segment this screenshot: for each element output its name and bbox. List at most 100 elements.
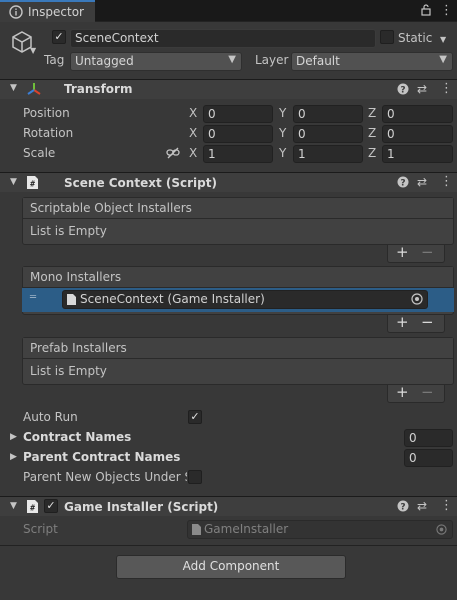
rotation-z-label[interactable]: Z bbox=[368, 126, 376, 140]
parent-contract-size-input[interactable]: 0 bbox=[404, 449, 453, 467]
drag-handle-icon[interactable]: ═ bbox=[30, 292, 36, 303]
position-z-label[interactable]: Z bbox=[368, 106, 376, 120]
mono-add-icon[interactable]: + bbox=[396, 313, 409, 331]
mono-installer-field[interactable]: SceneContext (Game Installer) bbox=[62, 290, 428, 309]
game-installer-more-icon[interactable]: ⋮ bbox=[440, 498, 453, 513]
prefab-installers-header[interactable]: Prefab Installers bbox=[23, 338, 453, 359]
auto-run-checkbox[interactable]: ✓ bbox=[188, 410, 202, 424]
tag-value: Untagged bbox=[75, 54, 134, 68]
transform-foldout-icon[interactable]: ▼ bbox=[10, 83, 17, 93]
mono-footer: + − bbox=[387, 313, 445, 333]
position-y-input[interactable]: 0 bbox=[293, 105, 363, 123]
add-component-button[interactable]: Add Component bbox=[116, 555, 346, 579]
scene-context-title: Scene Context (Script) bbox=[64, 176, 217, 190]
layer-dropdown[interactable]: Default ▼ bbox=[291, 52, 453, 71]
lock-icon[interactable] bbox=[421, 4, 431, 16]
parent-new-objects-checkbox[interactable] bbox=[188, 470, 202, 484]
scene-context-presets-icon[interactable]: ⇄ bbox=[417, 175, 427, 189]
transform-presets-icon[interactable]: ⇄ bbox=[417, 82, 427, 96]
game-installer-foldout-icon[interactable]: ▼ bbox=[10, 501, 17, 511]
script-label: Script bbox=[23, 522, 58, 536]
transform-axis-icon bbox=[27, 83, 41, 95]
scriptable-remove-icon[interactable]: − bbox=[421, 243, 434, 261]
contract-names-label[interactable]: Contract Names bbox=[23, 430, 131, 444]
mono-installer-value: SceneContext (Game Installer) bbox=[80, 292, 265, 306]
transform-more-icon[interactable]: ⋮ bbox=[440, 81, 453, 96]
game-installer-title: Game Installer (Script) bbox=[64, 500, 219, 514]
layer-chevron-icon: ▼ bbox=[439, 54, 447, 65]
game-installer-script-icon: # bbox=[27, 500, 38, 513]
position-y-label[interactable]: Y bbox=[279, 106, 286, 120]
contract-names-foldout-icon[interactable]: ▶ bbox=[10, 432, 17, 442]
script-field: GameInstaller bbox=[187, 520, 453, 539]
script-ref-icon bbox=[67, 294, 76, 305]
tag-dropdown[interactable]: Untagged ▼ bbox=[70, 52, 242, 71]
scene-context-help-icon[interactable]: ? bbox=[397, 176, 409, 188]
game-installer-help-icon[interactable]: ? bbox=[397, 500, 409, 512]
game-installer-enabled-checkbox[interactable]: ✓ bbox=[44, 499, 58, 513]
tab-more-icon[interactable]: ⋮ bbox=[440, 3, 453, 18]
object-picker-icon[interactable] bbox=[411, 293, 423, 305]
scriptable-add-icon[interactable]: + bbox=[396, 243, 409, 261]
rotation-x-label[interactable]: X bbox=[189, 126, 197, 140]
scale-z-input[interactable]: 1 bbox=[382, 145, 453, 163]
tab-inspector[interactable]: Inspector bbox=[0, 0, 95, 22]
svg-text:?: ? bbox=[400, 503, 405, 513]
scene-context-more-icon[interactable]: ⋮ bbox=[440, 174, 453, 189]
parent-contract-foldout-icon[interactable]: ▶ bbox=[10, 452, 17, 462]
tag-label: Tag bbox=[44, 53, 65, 67]
rotation-y-input[interactable]: 0 bbox=[293, 125, 363, 143]
icon-dropdown-icon[interactable]: ▼ bbox=[30, 46, 36, 55]
transform-help-icon[interactable]: ? bbox=[397, 83, 409, 95]
active-checkbox[interactable]: ✓ bbox=[52, 30, 66, 44]
scale-y-label[interactable]: Y bbox=[279, 146, 286, 160]
prefab-remove-icon[interactable]: − bbox=[421, 383, 434, 401]
scale-label: Scale bbox=[23, 146, 56, 160]
svg-text:?: ? bbox=[400, 86, 405, 96]
tag-chevron-icon: ▼ bbox=[228, 54, 236, 65]
scale-y-input[interactable]: 1 bbox=[293, 145, 363, 163]
scriptable-installers-header[interactable]: Scriptable Object Installers bbox=[23, 198, 453, 219]
prefab-add-icon[interactable]: + bbox=[396, 383, 409, 401]
tab-bar: Inspector ⋮ bbox=[0, 0, 457, 22]
svg-text:#: # bbox=[30, 504, 35, 513]
static-label: Static bbox=[398, 31, 433, 45]
svg-text:#: # bbox=[30, 180, 35, 189]
script-field-icon bbox=[192, 524, 201, 535]
prefab-empty-text: List is Empty bbox=[30, 364, 107, 378]
scale-x-input[interactable]: 1 bbox=[203, 145, 273, 163]
position-label: Position bbox=[23, 106, 70, 120]
auto-run-label: Auto Run bbox=[23, 410, 78, 424]
scriptable-empty-text: List is Empty bbox=[30, 224, 107, 238]
parent-new-objects-label: Parent New Objects Under Sc bbox=[23, 470, 187, 484]
scale-z-label[interactable]: Z bbox=[368, 146, 376, 160]
contract-names-size-input[interactable]: 0 bbox=[404, 429, 453, 447]
script-value: GameInstaller bbox=[204, 522, 289, 536]
scene-context-foldout-icon[interactable]: ▼ bbox=[10, 177, 17, 187]
parent-contract-names-label[interactable]: Parent Contract Names bbox=[23, 450, 180, 464]
constrain-proportions-icon[interactable] bbox=[166, 147, 180, 159]
game-installer-presets-icon[interactable]: ⇄ bbox=[417, 499, 427, 513]
rotation-y-label[interactable]: Y bbox=[279, 126, 286, 140]
scriptable-footer: + − bbox=[387, 243, 445, 263]
prefab-installers-title: Prefab Installers bbox=[30, 341, 127, 355]
position-x-input[interactable]: 0 bbox=[203, 105, 273, 123]
script-file-icon: # bbox=[27, 176, 38, 189]
tab-title: Inspector bbox=[28, 5, 84, 19]
scale-x-label[interactable]: X bbox=[189, 146, 197, 160]
script-picker-icon bbox=[436, 524, 447, 535]
mono-installers-title: Mono Installers bbox=[30, 270, 122, 284]
rotation-label: Rotation bbox=[23, 126, 74, 140]
mono-installers-header[interactable]: Mono Installers bbox=[23, 267, 453, 288]
info-icon bbox=[9, 5, 23, 19]
layer-label: Layer bbox=[255, 53, 289, 67]
static-dropdown-icon[interactable]: ▼ bbox=[440, 35, 446, 44]
mono-remove-icon[interactable]: − bbox=[421, 313, 434, 331]
position-x-label[interactable]: X bbox=[189, 106, 197, 120]
gameobject-name-input[interactable]: SceneContext bbox=[70, 29, 376, 48]
position-z-input[interactable]: 0 bbox=[382, 105, 453, 123]
rotation-x-input[interactable]: 0 bbox=[203, 125, 273, 143]
static-checkbox[interactable] bbox=[380, 30, 394, 44]
rotation-z-input[interactable]: 0 bbox=[382, 125, 453, 143]
prefab-footer: + − bbox=[387, 383, 445, 403]
